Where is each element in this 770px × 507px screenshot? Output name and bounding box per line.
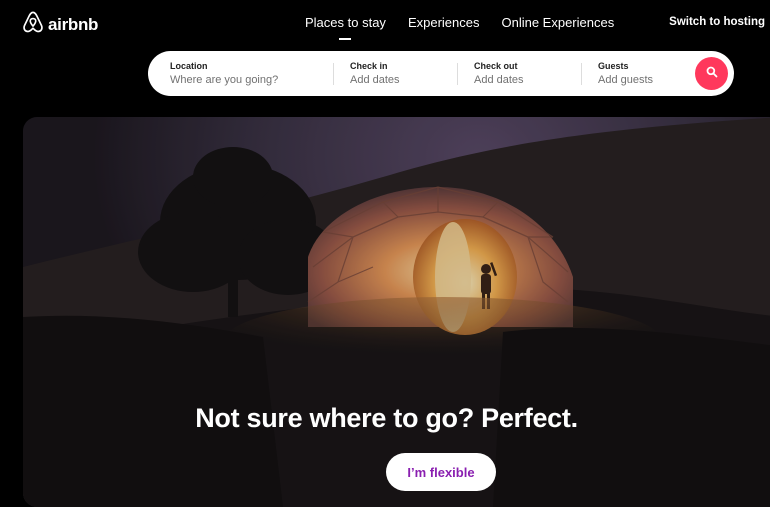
hero-title: Not sure where to go? Perfect. bbox=[195, 403, 578, 433]
location-field[interactable]: Location Where are you going? bbox=[170, 61, 278, 86]
airbnb-logo[interactable]: airbnb bbox=[22, 10, 98, 39]
airbnb-logo-icon bbox=[22, 10, 44, 39]
guests-field[interactable]: Guests Add guests bbox=[598, 61, 653, 86]
check-out-input[interactable]: Add dates bbox=[474, 74, 524, 86]
check-out-label: Check out bbox=[474, 61, 518, 71]
nav-online-experiences[interactable]: Online Experiences bbox=[501, 15, 614, 30]
check-out-field[interactable]: Check out Add dates bbox=[474, 61, 524, 86]
divider bbox=[581, 63, 582, 85]
guests-label: Guests bbox=[598, 61, 629, 71]
hero-image bbox=[23, 117, 770, 507]
hero-banner: Not sure where to go? Perfect. I’m flexi… bbox=[23, 117, 770, 507]
check-in-field[interactable]: Check in Add dates bbox=[350, 61, 400, 86]
check-in-label: Check in bbox=[350, 61, 388, 71]
divider bbox=[457, 63, 458, 85]
check-in-input[interactable]: Add dates bbox=[350, 74, 400, 86]
location-label: Location bbox=[170, 61, 208, 71]
location-input[interactable]: Where are you going? bbox=[170, 74, 278, 86]
search-icon bbox=[706, 65, 718, 83]
airbnb-wordmark: airbnb bbox=[48, 14, 99, 34]
nav-places-to-stay[interactable]: Places to stay bbox=[305, 15, 386, 40]
guests-input[interactable]: Add guests bbox=[598, 74, 653, 86]
im-flexible-button[interactable]: I’m flexible bbox=[386, 453, 496, 491]
divider bbox=[333, 63, 334, 85]
search-button[interactable] bbox=[695, 57, 728, 90]
search-bar: Location Where are you going? Check in A… bbox=[148, 51, 734, 96]
main-nav: Places to stay Experiences Online Experi… bbox=[305, 15, 614, 40]
nav-experiences[interactable]: Experiences bbox=[408, 15, 480, 30]
switch-to-hosting-link[interactable]: Switch to hosting bbox=[669, 16, 765, 28]
